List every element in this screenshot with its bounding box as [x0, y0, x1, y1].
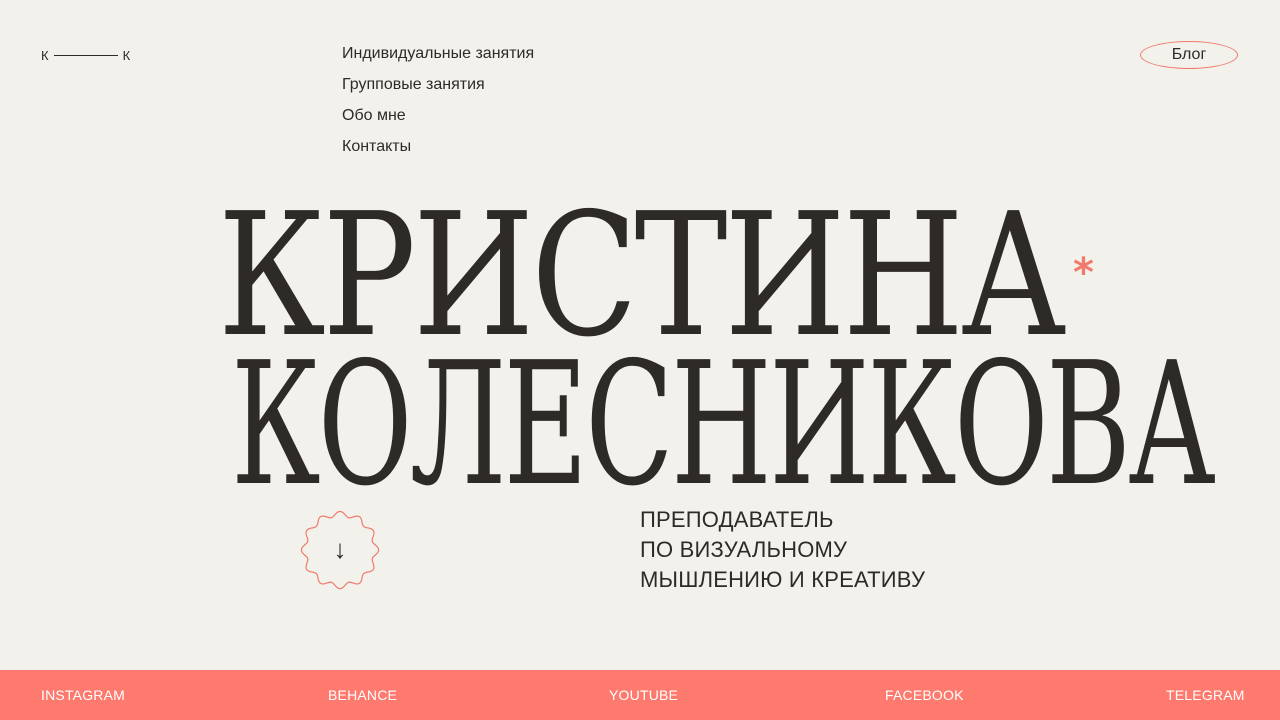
footer-link-behance[interactable]: BEHANCE [328, 687, 397, 703]
nav-item-contacts[interactable]: Контакты [342, 137, 534, 168]
logo[interactable]: К К [41, 48, 130, 63]
subtitle-line: ПРЕПОДАВАТЕЛЬ [640, 507, 834, 532]
blog-button[interactable]: Блог [1140, 41, 1238, 69]
footer-link-telegram[interactable]: TELEGRAM [1166, 687, 1245, 703]
nav-item-group[interactable]: Групповые занятия [342, 75, 534, 106]
logo-letter-left: К [41, 48, 49, 63]
scroll-down-button[interactable]: ↓ [299, 509, 381, 591]
subtitle: ПРЕПОДАВАТЕЛЬ ПО ВИЗУАЛЬНОМУ МЫШЛЕНИЮ И … [640, 505, 925, 595]
footer-social-bar: INSTAGRAM BEHANCE YOUTUBE FACEBOOK TELEG… [0, 670, 1280, 720]
logo-divider [53, 55, 118, 56]
nav-item-individual[interactable]: Индивидуальные занятия [342, 44, 534, 75]
logo-letter-right: К [122, 48, 131, 63]
hero-last-name-text: КОЛЕСНИКОВА [231, 326, 1216, 524]
arrow-down-icon: ↓ [333, 534, 347, 564]
footer-link-instagram[interactable]: INSTAGRAM [41, 687, 125, 703]
nav-item-about[interactable]: Обо мне [342, 106, 534, 137]
footer-link-facebook[interactable]: FACEBOOK [885, 687, 964, 703]
subtitle-line: МЫШЛЕНИЮ И КРЕАТИВУ [640, 567, 926, 592]
page: К К Индивидуальные занятия Групповые зан… [0, 0, 1280, 720]
asterisk-icon: * [1073, 250, 1094, 296]
footer-link-youtube[interactable]: YOUTUBE [609, 687, 678, 703]
subtitle-line: ПО ВИЗУАЛЬНОМУ [640, 537, 848, 562]
main-nav: Индивидуальные занятия Групповые занятия… [342, 44, 534, 168]
hero-last-name: КОЛЕСНИКОВА [0, 326, 1280, 524]
